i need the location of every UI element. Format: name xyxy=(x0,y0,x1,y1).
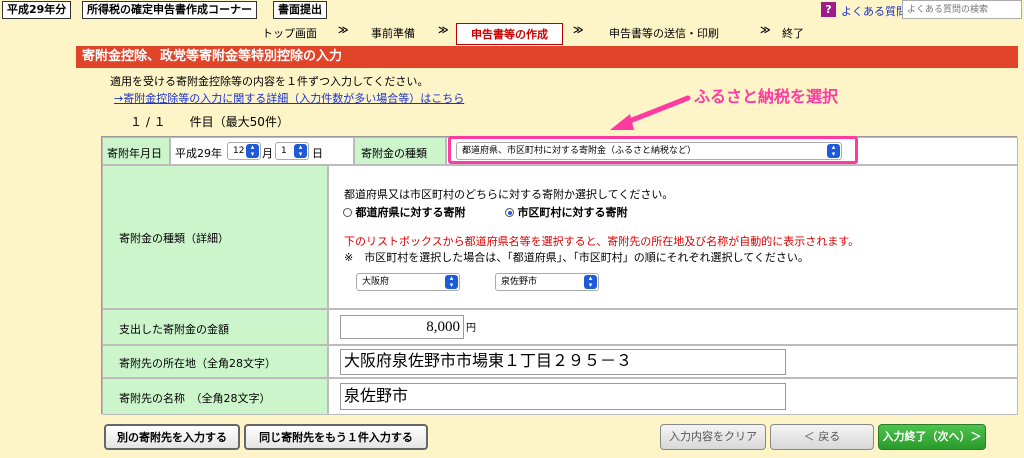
name-cell: 泉佐野市 xyxy=(328,378,1018,415)
year-tag: 平成29年分 xyxy=(2,1,72,19)
select-arrows-icon: ▴ ▾ xyxy=(246,144,259,158)
day-value: 1 xyxy=(281,146,287,156)
amount-label-cell: 支出した寄附金の金額 xyxy=(102,309,328,345)
radio-prefecture[interactable]: 都道府県に対する寄附 xyxy=(343,204,466,220)
radio-prefecture-icon[interactable] xyxy=(343,208,352,217)
detail-label-cell: 寄附金の種類（詳細） xyxy=(102,165,328,309)
detail-label: 寄附金の種類（詳細） xyxy=(119,232,229,245)
finish-next-button[interactable]: 入力終了（次へ）＞ xyxy=(878,424,986,450)
step-send-print: 申告書等の送信・印刷 xyxy=(609,27,719,40)
address-label: 寄附先の所在地（全角28文字） xyxy=(119,357,276,370)
detail-link[interactable]: →寄附金控除等の入力に関する詳細（入力件数が多い場合等）はこちら xyxy=(114,90,464,106)
radio-prefecture-label: 都道府県に対する寄附 xyxy=(355,206,466,219)
print-submit-tag: 書面提出 xyxy=(273,1,327,19)
add-same-donee-button[interactable]: 同じ寄附先をもう１件入力する xyxy=(244,424,428,450)
amount-label: 支出した寄附金の金額 xyxy=(119,323,229,336)
name-input[interactable]: 泉佐野市 xyxy=(340,383,786,410)
municipality-value: 泉佐野市 xyxy=(501,277,538,287)
month-select[interactable]: 12 ▴ ▾ xyxy=(227,142,261,160)
date-cell: 平成29年 12 ▴ ▾ 月 1 ▴ ▾ 日 xyxy=(170,137,354,165)
type-label-cell: 寄附金の種類 xyxy=(354,137,446,165)
amount-cell: 8,000 円 xyxy=(328,309,1018,345)
select-arrows-icon: ▴ ▾ xyxy=(584,275,597,289)
day-select[interactable]: 1 ▴ ▾ xyxy=(275,142,309,160)
step-separator: ≫ xyxy=(573,25,584,36)
prefecture-select[interactable]: 大阪府 ▴ ▾ xyxy=(356,273,460,291)
step-preparation: 事前準備 xyxy=(371,27,415,40)
day-unit: 日 xyxy=(312,147,323,160)
top-bar: 平成29年分 所得税の確定申告書作成コーナー 書面提出 ? よくある質問 xyxy=(0,0,1024,21)
name-label: 寄附先の名称 （全角28文字） xyxy=(119,392,271,405)
step-finish: 終了 xyxy=(782,27,804,40)
municipality-select[interactable]: 泉佐野市 ▴ ▾ xyxy=(495,273,599,291)
type-label: 寄附金の種類 xyxy=(361,147,427,160)
month-value: 12 xyxy=(233,146,245,156)
step-separator: ≫ xyxy=(438,25,449,36)
radio-municipality-icon[interactable] xyxy=(505,208,514,217)
address-label-cell: 寄附先の所在地（全角28文字） xyxy=(102,345,328,378)
page-title: 寄附金控除、政党等寄附金等特別控除の入力 xyxy=(76,46,1018,68)
prefecture-value: 大阪府 xyxy=(362,277,390,287)
step-separator: ≫ xyxy=(760,25,771,36)
month-unit: 月 xyxy=(262,147,273,160)
name-label-cell: 寄附先の名称 （全角28文字） xyxy=(102,378,328,415)
faq-search-input[interactable] xyxy=(902,0,1022,19)
red-note: 下のリストボックスから都道府県名等を選択すると、寄附先の所在地及び名称が自動的に… xyxy=(344,235,860,248)
step-create-current: 申告書等の作成 xyxy=(456,23,563,45)
step-navigation: トップ画面 ≫ 事前準備 ≫ 申告書等の作成 ≫ 申告書等の送信・印刷 ≫ 終了 xyxy=(0,22,1024,45)
back-button[interactable]: ＜ 戻る xyxy=(770,424,874,450)
corner-title-tag: 所得税の確定申告書作成コーナー xyxy=(82,1,257,19)
address-input[interactable]: 大阪府泉佐野市市場東１丁目２９５－３ xyxy=(340,349,786,375)
callout-annotation: ふるさと納税を選択 xyxy=(694,87,839,106)
date-label-cell: 寄附年月日 xyxy=(102,137,170,165)
era-label: 平成29年 xyxy=(175,147,222,160)
date-label: 寄附年月日 xyxy=(107,147,162,160)
add-other-donee-button[interactable]: 別の寄附先を入力する xyxy=(104,424,240,450)
select-arrows-icon: ▴ ▾ xyxy=(445,275,458,289)
radio-municipality-label: 市区町村に対する寄附 xyxy=(517,206,628,219)
step-top: トップ画面 xyxy=(262,27,317,40)
select-arrows-icon: ▴ ▾ xyxy=(294,144,307,158)
detail-question: 都道府県又は市区町村のどちらに対する寄附か選択してください。 xyxy=(344,188,674,201)
amount-unit: 円 xyxy=(466,323,476,334)
selection-note: ※ 市区町村を選択した場合は、「都道府県」、「市区町村」の順にそれぞれ選択してく… xyxy=(344,251,809,264)
intro-text: 適用を受ける寄附金控除等の内容を１件ずつ入力してください。 xyxy=(110,75,429,88)
radio-municipality[interactable]: 市区町村に対する寄附 xyxy=(505,204,628,220)
clear-input-button[interactable]: 入力内容をクリア xyxy=(660,424,766,450)
help-icon[interactable]: ? xyxy=(821,2,836,17)
faq-link[interactable]: よくある質問 xyxy=(841,3,907,19)
entry-count: １ / １ 件目（最大50件） xyxy=(130,115,289,129)
donation-form-table: 寄附年月日 平成29年 12 ▴ ▾ 月 1 ▴ ▾ 日 寄附金の種類 都道府県、市… xyxy=(101,136,1018,415)
callout-arrow-icon xyxy=(610,95,691,130)
address-cell: 大阪府泉佐野市市場東１丁目２９５－３ xyxy=(328,345,1018,378)
detail-cell: 都道府県又は市区町村のどちらに対する寄附か選択してください。 都道府県に対する寄… xyxy=(328,165,1018,309)
amount-input[interactable]: 8,000 xyxy=(340,315,464,339)
step-separator: ≫ xyxy=(338,25,349,36)
callout-highlight-box xyxy=(448,136,858,164)
